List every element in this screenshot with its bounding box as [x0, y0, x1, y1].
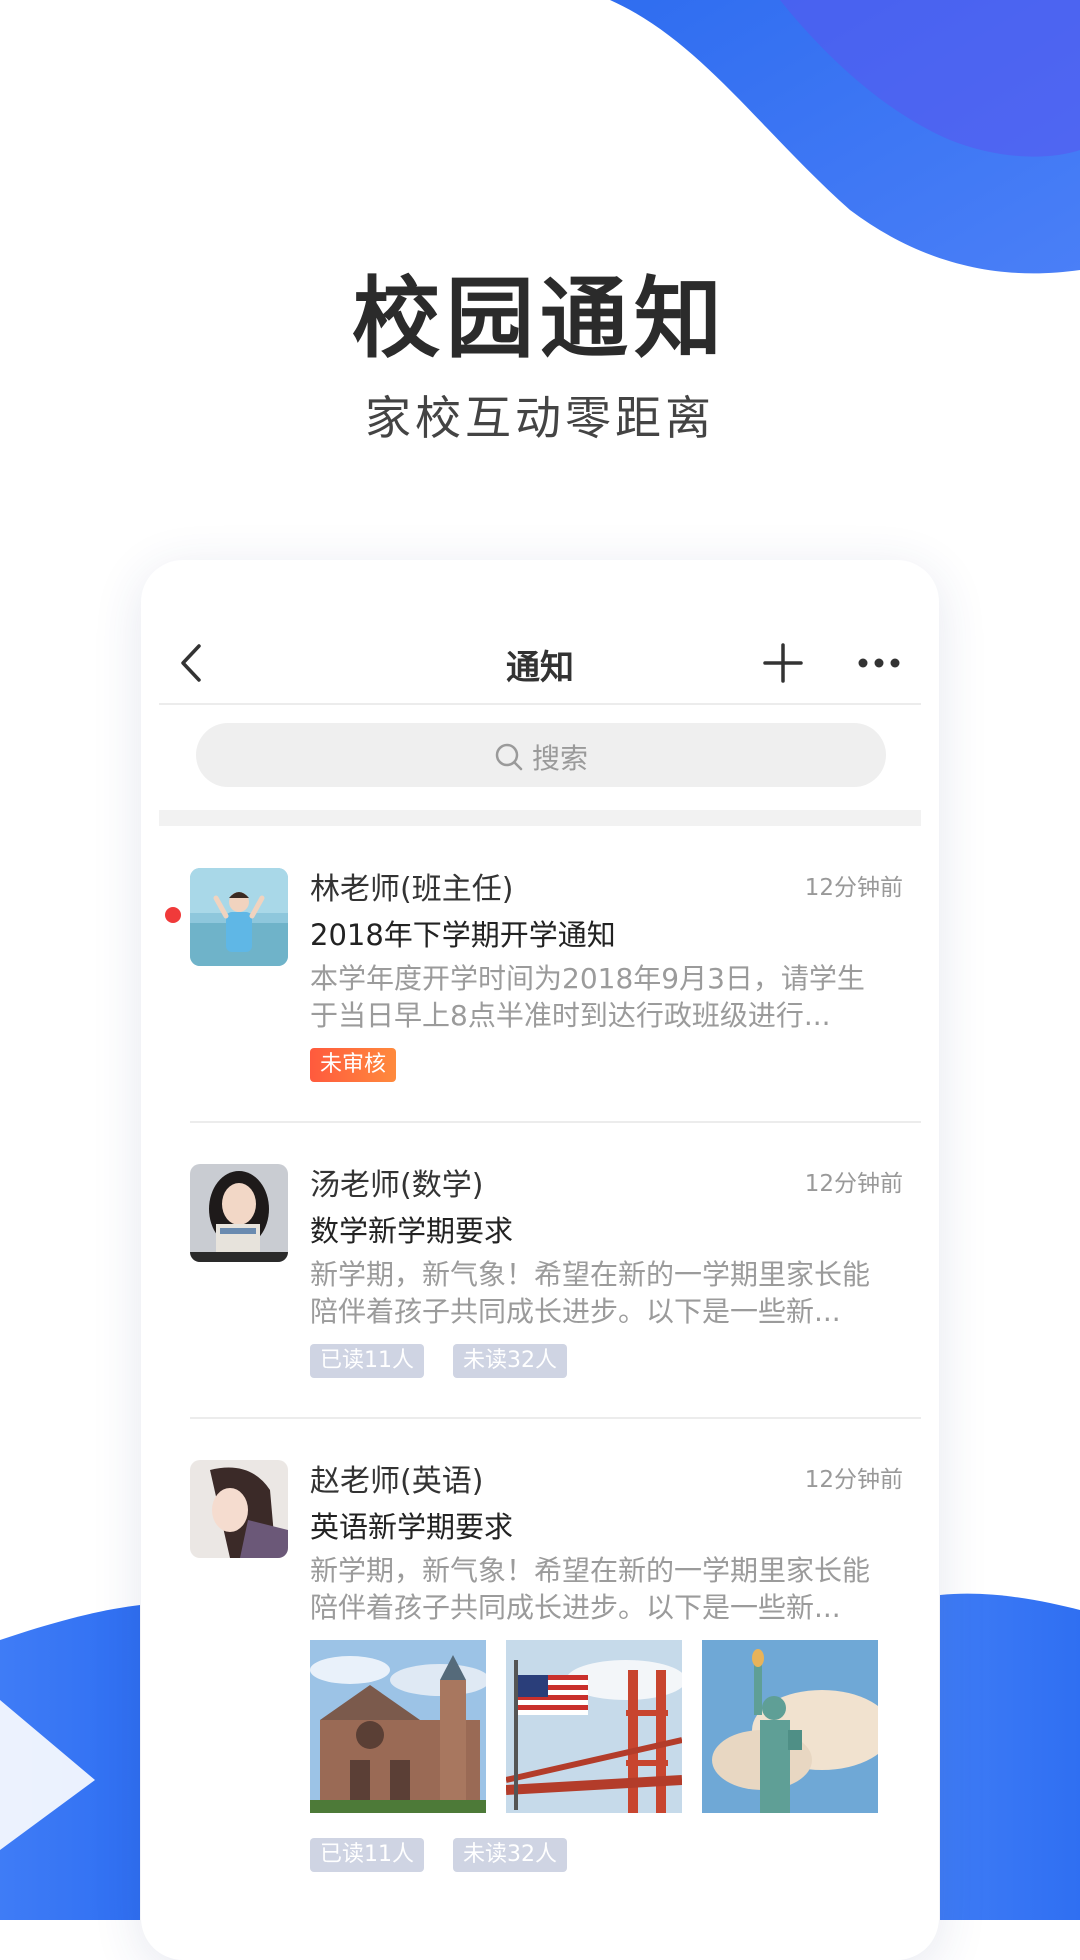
more-dots-icon: [858, 658, 900, 668]
notice-preview-line: 于当日早上8点半准时到达行政班级进行...: [310, 999, 831, 1032]
attachment-image-cathedral[interactable]: [310, 1640, 486, 1813]
read-count-badge[interactable]: 已读11人: [310, 1838, 424, 1872]
avatar: [190, 1164, 288, 1262]
avatar: [190, 1460, 288, 1558]
search-icon: [495, 743, 523, 771]
notice-preview-line: 陪伴着孩子共同成长进步。以下是一些新...: [310, 1295, 841, 1328]
notice-preview-line: 本学年度开学时间为2018年9月3日，请学生: [310, 962, 865, 995]
phone-screen-card: 通知 搜索 林老师(班主任) 12分钟前 2018年下学期开学通知 本学年度开学…: [141, 560, 939, 1960]
notice-preview: 新学期，新气象！希望在新的一学期里家长能 陪伴着孩子共同成长进步。以下是一些新.…: [310, 1552, 910, 1626]
notice-preview-line: 陪伴着孩子共同成长进步。以下是一些新...: [310, 1591, 841, 1624]
search-placeholder: 搜索: [531, 742, 588, 775]
add-notice-button[interactable]: [758, 638, 808, 688]
more-button[interactable]: [854, 638, 904, 688]
unread-count-badge[interactable]: 未读32人: [453, 1838, 567, 1872]
notice-time: 12分钟前: [804, 1467, 903, 1493]
notice-preview: 新学期，新气象！希望在新的一学期里家长能 陪伴着孩子共同成长进步。以下是一些新.…: [310, 1256, 910, 1330]
notice-preview: 本学年度开学时间为2018年9月3日，请学生 于当日早上8点半准时到达行政班级进…: [310, 960, 910, 1034]
notice-time: 12分钟前: [804, 1171, 903, 1197]
sender-name: 汤老师(数学): [310, 1168, 484, 1203]
page-title: 通知: [506, 648, 574, 688]
sender-name: 赵老师(英语): [310, 1464, 484, 1499]
notice-preview-line: 新学期，新气象！希望在新的一学期里家长能: [310, 1554, 871, 1587]
list-divider: [190, 1121, 921, 1123]
notice-subject: 数学新学期要求: [310, 1214, 514, 1248]
plus-icon: [763, 643, 803, 683]
unread-count-badge[interactable]: 未读32人: [453, 1344, 567, 1378]
status-badge-unreviewed: 未审核: [310, 1048, 397, 1082]
notice-time: 12分钟前: [804, 875, 903, 901]
notice-item-3[interactable]: 赵老师(英语) 12分钟前 英语新学期要求 新学期，新气象！希望在新的一学期里家…: [141, 1460, 939, 1880]
section-separator: [159, 810, 921, 826]
notice-item-1[interactable]: 林老师(班主任) 12分钟前 2018年下学期开学通知 本学年度开学时间为201…: [141, 868, 939, 1082]
nav-bar: 通知: [141, 620, 939, 706]
hero-subtitle: 家校互动零距离: [365, 391, 715, 445]
search-input[interactable]: 搜索: [196, 723, 886, 787]
notice-preview-line: 新学期，新气象！希望在新的一学期里家长能: [310, 1258, 871, 1291]
avatar: [190, 868, 288, 966]
nav-divider: [159, 703, 921, 705]
hero-title: 校园通知: [351, 266, 728, 370]
attachment-image-statue[interactable]: [702, 1640, 878, 1813]
list-divider: [190, 1417, 921, 1419]
notice-subject: 2018年下学期开学通知: [310, 918, 616, 952]
notice-item-2[interactable]: 汤老师(数学) 12分钟前 数学新学期要求 新学期，新气象！希望在新的一学期里家…: [141, 1164, 939, 1378]
read-count-badge[interactable]: 已读11人: [310, 1344, 424, 1378]
sender-name: 林老师(班主任): [310, 872, 514, 907]
unread-dot: [165, 907, 181, 923]
attachment-image-bridge[interactable]: [506, 1640, 682, 1813]
notice-subject: 英语新学期要求: [310, 1510, 514, 1544]
